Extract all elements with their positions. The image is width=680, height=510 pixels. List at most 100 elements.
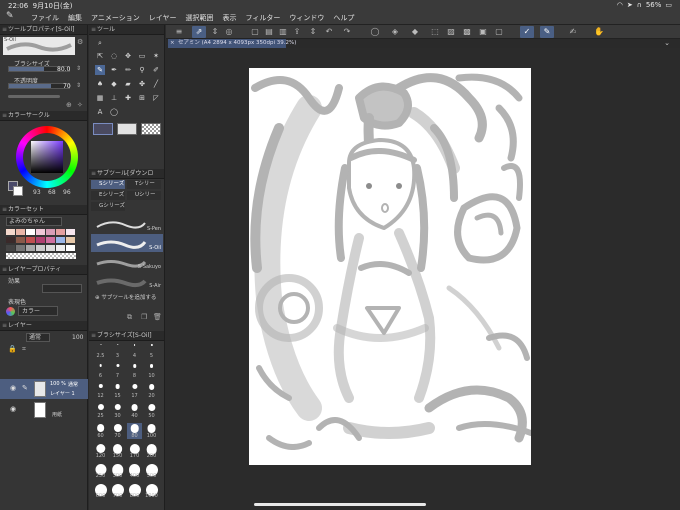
layer-row-1[interactable]: ◉ ✎ 100 % 通常 レイヤー 1 xyxy=(0,379,88,399)
saturation-value-square[interactable] xyxy=(31,141,63,173)
selection-off-icon[interactable]: ⬚ xyxy=(428,26,442,38)
ruler-icon[interactable]: ⊥ xyxy=(109,93,119,103)
chevron-down-icon[interactable]: ⌄ xyxy=(664,39,670,47)
brush-size-preset[interactable]: 800 xyxy=(127,483,142,499)
transform-icon[interactable]: ◆ xyxy=(408,26,422,38)
zoom-icon[interactable]: ⌕ xyxy=(95,38,105,48)
swatch[interactable] xyxy=(26,245,35,251)
brush-size-preset[interactable]: 40 xyxy=(127,403,142,419)
snap-grid-icon[interactable]: ✎ xyxy=(540,26,554,38)
brush-size-preset[interactable]: 250 xyxy=(93,463,108,479)
pen-pressure-icon[interactable]: ⇗ xyxy=(192,26,206,38)
show-selection-icon[interactable]: ▩ xyxy=(460,26,474,38)
brush-size-preset[interactable]: 30 xyxy=(110,403,125,419)
subtool-item-s-air[interactable]: S-Air xyxy=(91,272,163,290)
menu-view[interactable]: 表示 xyxy=(223,13,237,23)
brush-size-preset[interactable]: 120 xyxy=(93,443,108,459)
layer-row-paper[interactable]: ◉ 用紙 xyxy=(0,400,88,420)
airbrush-icon[interactable]: ✐ xyxy=(151,65,161,75)
pan-icon[interactable]: ✥ xyxy=(123,51,133,61)
menu-selection[interactable]: 選択範囲 xyxy=(186,13,214,23)
subtool-item-s-oil[interactable]: S-Oil xyxy=(91,234,163,252)
color-set-select[interactable]: よみのちゃん xyxy=(6,217,62,226)
document-tab[interactable]: × セアミン (A4 2894 x 4093px 350dpi 39.2%) xyxy=(168,39,296,48)
swatch[interactable] xyxy=(46,229,55,235)
gesture-icon[interactable]: ✋ xyxy=(592,26,606,38)
clip-icon[interactable]: ⌗ xyxy=(22,345,26,354)
snap-ruler-icon[interactable]: ▢ xyxy=(492,26,506,38)
subtool-group-e[interactable]: Eシリーズ xyxy=(91,191,125,200)
brush-size-preset[interactable]: 300 xyxy=(110,463,125,479)
decoration-icon[interactable]: ✤ xyxy=(137,79,147,89)
stepper-icon[interactable]: ⇕ xyxy=(208,26,222,38)
menu-animation[interactable]: アニメーション xyxy=(91,13,140,23)
save-icon[interactable]: ▥ xyxy=(276,26,290,38)
eyedropper-icon[interactable]: ⚲ xyxy=(137,65,147,75)
close-icon[interactable]: × xyxy=(170,39,175,48)
eraser-icon[interactable]: ▰ xyxy=(123,79,133,89)
swatch[interactable] xyxy=(66,237,75,243)
brush-size-preset[interactable]: 50 xyxy=(144,403,159,419)
swatch[interactable] xyxy=(36,237,45,243)
brush-size-preset[interactable]: 3 xyxy=(110,343,125,359)
snap-icon[interactable]: ▣ xyxy=(476,26,490,38)
menu-filter[interactable]: フィルター xyxy=(246,13,281,23)
figure-icon[interactable]: ╱ xyxy=(151,79,161,89)
stepper-icon[interactable]: ⇕ xyxy=(76,65,81,72)
correct-line-icon[interactable]: ◸ xyxy=(151,93,161,103)
tool-panel-header[interactable]: ≡ ツール xyxy=(89,25,164,35)
magic-wand-icon[interactable]: ✶ xyxy=(151,51,161,61)
swatch[interactable] xyxy=(26,229,35,235)
sub-color-chip[interactable] xyxy=(117,123,137,135)
swatch[interactable] xyxy=(36,245,45,251)
subtool-item-s-sakuyo[interactable]: S-Sakuyo xyxy=(91,253,163,271)
brush-size-preset[interactable]: 60 xyxy=(93,423,108,439)
swatch[interactable] xyxy=(36,229,45,235)
brush-size-preset[interactable]: 20 xyxy=(144,383,159,399)
select-icon[interactable]: ▭ xyxy=(137,51,147,61)
menu-icon[interactable]: ≡ xyxy=(172,26,186,38)
export-icon[interactable]: ⇪ xyxy=(290,26,304,38)
brush-size-preset[interactable]: 400 xyxy=(127,463,142,479)
swatch[interactable] xyxy=(46,245,55,251)
menu-window[interactable]: ウィンドウ xyxy=(289,13,324,23)
color-circle-header[interactable]: ≡ カラーサークル xyxy=(0,111,87,121)
subtool-header[interactable]: ≡ サブツール[ダウンロ xyxy=(89,169,164,179)
vector-icon[interactable]: ✚ xyxy=(123,93,133,103)
layer-panel-header[interactable]: ≡ レイヤー xyxy=(0,321,87,331)
copy-icon[interactable]: ❐ xyxy=(141,313,147,321)
balloon-icon[interactable]: ◯ xyxy=(109,107,119,117)
sub-color-swatch[interactable] xyxy=(13,186,23,196)
brush-size-preset[interactable]: 80 xyxy=(127,423,142,439)
brush-size-preset[interactable]: 1000 xyxy=(144,483,159,499)
transparent-color-chip[interactable] xyxy=(141,123,161,135)
pen-tool-icon[interactable]: ✒ xyxy=(109,65,119,75)
settings-icon[interactable]: ⚙ xyxy=(77,38,83,46)
brush-size-preset[interactable]: 10 xyxy=(144,363,159,379)
new-file-icon[interactable]: ▢ xyxy=(248,26,262,38)
subtool-item-s-pen[interactable]: S-Pen xyxy=(91,215,163,233)
layer-property-header[interactable]: ≡ レイヤープロパティ xyxy=(0,265,87,275)
invert-selection-icon[interactable]: ▨ xyxy=(444,26,458,38)
blend-tool-icon[interactable]: ♠ xyxy=(95,79,105,89)
brush-size-preset[interactable]: 150 xyxy=(110,443,125,459)
drawing-canvas[interactable] xyxy=(249,68,531,465)
duplicate-icon[interactable]: ⧉ xyxy=(127,313,132,322)
lasso-icon[interactable]: ◌ xyxy=(109,51,119,61)
brush-size-preset[interactable]: 8 xyxy=(127,363,142,379)
effect-buttons[interactable] xyxy=(42,284,82,293)
swatch[interactable] xyxy=(16,237,25,243)
menu-file[interactable]: ファイル xyxy=(31,13,59,23)
subtool-group-u[interactable]: Uシリー xyxy=(127,191,161,200)
swatch[interactable] xyxy=(16,245,25,251)
studio-icon[interactable]: ◎ xyxy=(222,26,236,38)
add-subtool-button[interactable]: ⊕ サブツールを追加する xyxy=(95,293,161,302)
menu-help[interactable]: ヘルプ xyxy=(333,13,354,23)
brush-size-preset[interactable]: 500 xyxy=(144,463,159,479)
subtool-group-s[interactable]: Sシリーズ xyxy=(91,180,125,189)
canvas-area[interactable] xyxy=(166,48,680,510)
swatch[interactable] xyxy=(6,245,15,251)
tool-property-header[interactable]: ≡ ツールプロパティ[S-Oil] xyxy=(0,25,87,35)
stepper-icon[interactable]: ⇕ xyxy=(76,82,81,89)
edit-icon[interactable]: ✍ xyxy=(566,26,580,38)
